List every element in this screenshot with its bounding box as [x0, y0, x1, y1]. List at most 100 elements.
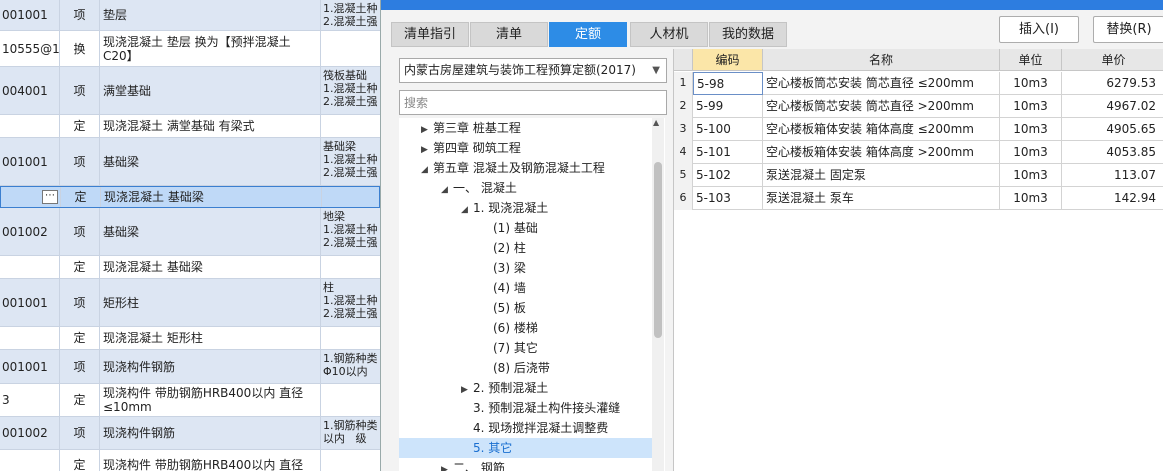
tree-node[interactable]: 3. 预制混凝土构件接头灌缝: [461, 398, 620, 418]
collapse-arrow-icon[interactable]: ◢: [421, 160, 433, 180]
row-features[interactable]: [321, 384, 380, 416]
row-type[interactable]: 项: [60, 208, 100, 255]
quota-unit[interactable]: 10m3: [1000, 141, 1062, 164]
row-code[interactable]: 001002: [0, 208, 60, 255]
grid-row[interactable]: 1 5-98 空心楼板筒芯安装 筒芯直径 ≤200mm 10m3 6279.53: [674, 72, 1163, 95]
quota-price[interactable]: 6279.53: [1062, 72, 1163, 95]
row-type[interactable]: 项: [60, 67, 100, 114]
table-row[interactable]: 10555@1…换现浇混凝土 垫层 换为【预拌混凝土C20】: [0, 31, 380, 67]
tree-node[interactable]: ▶ 第三章 桩基工程: [421, 118, 521, 138]
row-number[interactable]: 2: [674, 95, 693, 118]
row-code[interactable]: [0, 256, 60, 278]
row-type[interactable]: 定: [60, 256, 100, 278]
tree-node[interactable]: (8) 后浇带: [481, 358, 550, 378]
scroll-up-icon[interactable]: ▲: [653, 118, 659, 127]
row-code[interactable]: [0, 327, 60, 349]
row-code[interactable]: 001002: [0, 417, 60, 449]
quota-name[interactable]: 泵送混凝土 泵车: [763, 187, 1000, 210]
table-row[interactable]: 定现浇混凝土 矩形柱: [0, 327, 380, 350]
quota-name[interactable]: 空心楼板箱体安装 箱体高度 ≤200mm: [763, 118, 1000, 141]
tab-list[interactable]: 清单: [470, 22, 548, 47]
quota-name[interactable]: 空心楼板筒芯安装 筒芯直径 >200mm: [763, 95, 1000, 118]
tree-node[interactable]: (5) 板: [481, 298, 526, 318]
quota-price[interactable]: 113.07: [1062, 164, 1163, 187]
quota-library-select[interactable]: 内蒙古房屋建筑与装饰工程预算定额(2017) ▼: [399, 58, 667, 83]
grid-row[interactable]: 3 5-100 空心楼板箱体安装 箱体高度 ≤200mm 10m3 4905.65: [674, 118, 1163, 141]
row-features[interactable]: [321, 450, 380, 471]
row-code[interactable]: 004001: [0, 67, 60, 114]
header-unit[interactable]: 单位: [1000, 49, 1062, 71]
tab-quota[interactable]: 定额: [549, 22, 627, 47]
row-name[interactable]: 现浇构件钢筋: [100, 350, 321, 383]
quota-code[interactable]: 5-98: [693, 72, 763, 95]
row-code[interactable]: 001001: [0, 0, 60, 30]
row-code[interactable]: [0, 115, 60, 137]
quota-name[interactable]: 泵送混凝土 固定泵: [763, 164, 1000, 187]
quota-code[interactable]: 5-100: [693, 118, 763, 141]
tree-node[interactable]: 4. 现场搅拌混凝土调整费: [461, 418, 608, 438]
row-type[interactable]: 定: [60, 450, 100, 471]
row-code[interactable]: 10555@1…: [0, 31, 60, 66]
quota-unit[interactable]: 10m3: [1000, 72, 1062, 95]
table-row[interactable]: 001001 项垫层 1.混凝土种 2.混凝土强: [0, 0, 380, 31]
table-row[interactable]: 定现浇混凝土 基础梁 ⋯: [0, 186, 380, 208]
table-row[interactable]: 001002 项基础梁 地梁 1.混凝土种 2.混凝土强: [0, 208, 380, 256]
row-code[interactable]: 001001: [0, 279, 60, 326]
row-number[interactable]: 3: [674, 118, 693, 141]
table-row[interactable]: 定现浇混凝土 基础梁: [0, 256, 380, 279]
grid-row[interactable]: 5 5-102 泵送混凝土 固定泵 10m3 113.07: [674, 164, 1163, 187]
row-code[interactable]: 001001: [0, 350, 60, 383]
row-type[interactable]: 定: [60, 384, 100, 416]
row-features[interactable]: 筏板基础 1.混凝土种 2.混凝土强: [321, 67, 380, 114]
tree-node[interactable]: ▶ 第四章 砌筑工程: [421, 138, 521, 158]
row-features[interactable]: [322, 187, 380, 207]
row-features[interactable]: 1.混凝土种 2.混凝土强: [321, 0, 380, 30]
header-name[interactable]: 名称: [763, 49, 1000, 71]
tab-labor-material[interactable]: 人材机: [630, 22, 708, 47]
collapse-arrow-icon[interactable]: ◢: [461, 200, 473, 220]
table-row[interactable]: 001001 项矩形柱柱 1.混凝土种 2.混凝土强: [0, 279, 380, 327]
grid-row[interactable]: 4 5-101 空心楼板箱体安装 箱体高度 >200mm 10m3 4053.85: [674, 141, 1163, 164]
row-features[interactable]: [321, 327, 380, 349]
row-name[interactable]: 基础梁: [100, 138, 321, 185]
row-type[interactable]: 项: [60, 279, 100, 326]
row-features[interactable]: 基础梁 1.混凝土种 2.混凝土强: [321, 138, 380, 185]
row-name[interactable]: 垫层: [100, 0, 321, 30]
tree-scrollbar[interactable]: ▲: [652, 118, 664, 471]
table-row[interactable]: 001001 项现浇构件钢筋 1.钢筋种类 Φ10以内: [0, 350, 380, 384]
row-features[interactable]: 1.钢筋种类 Φ10以内: [321, 350, 380, 383]
row-type[interactable]: 定: [60, 115, 100, 137]
quota-unit[interactable]: 10m3: [1000, 118, 1062, 141]
row-type[interactable]: 定: [60, 327, 100, 349]
row-features[interactable]: [321, 31, 380, 66]
row-type[interactable]: 项: [60, 417, 100, 449]
row-name[interactable]: 现浇构件钢筋: [100, 417, 321, 449]
header-code[interactable]: 编码: [693, 49, 763, 71]
row-name[interactable]: 现浇混凝土 基础梁: [100, 256, 321, 278]
tree-node[interactable]: ◢ 1. 现浇混凝土: [461, 198, 548, 218]
tree-node[interactable]: ▶ 二、 钢筋: [441, 458, 505, 471]
row-name[interactable]: 现浇构件 带肋钢筋HRB400以内 直径: [100, 450, 321, 471]
expand-arrow-icon[interactable]: ▶: [421, 140, 433, 160]
tree-node[interactable]: ◢ 第五章 混凝土及钢筋混凝土工程: [421, 158, 605, 178]
table-row[interactable]: 001001 项基础梁 基础梁 1.混凝土种 2.混凝土强: [0, 138, 380, 186]
row-name[interactable]: 矩形柱: [100, 279, 321, 326]
tree-node[interactable]: (4) 墙: [481, 278, 526, 298]
tree-node[interactable]: ▶ 2. 预制混凝土: [461, 378, 548, 398]
table-row[interactable]: 定现浇混凝土 满堂基础 有梁式: [0, 115, 380, 138]
row-features[interactable]: 柱 1.混凝土种 2.混凝土强: [321, 279, 380, 326]
ellipsis-button[interactable]: ⋯: [42, 190, 58, 204]
tree-node[interactable]: ◢ 一、 混凝土: [441, 178, 517, 198]
tab-list-guide[interactable]: 清单指引: [391, 22, 469, 47]
row-name[interactable]: 满堂基础: [100, 67, 321, 114]
row-name[interactable]: 基础梁: [100, 208, 321, 255]
row-type[interactable]: 项: [60, 350, 100, 383]
row-code[interactable]: 001001: [0, 138, 60, 185]
scroll-thumb[interactable]: [654, 162, 662, 338]
table-row[interactable]: 001002 项现浇构件钢筋 1.钢筋种类 以内 级: [0, 417, 380, 450]
search-input[interactable]: [399, 90, 667, 115]
tree-node[interactable]: (3) 梁: [481, 258, 526, 278]
row-type[interactable]: 项: [60, 138, 100, 185]
row-type[interactable]: 项: [60, 0, 100, 30]
row-name[interactable]: 现浇混凝土 矩形柱: [100, 327, 321, 349]
